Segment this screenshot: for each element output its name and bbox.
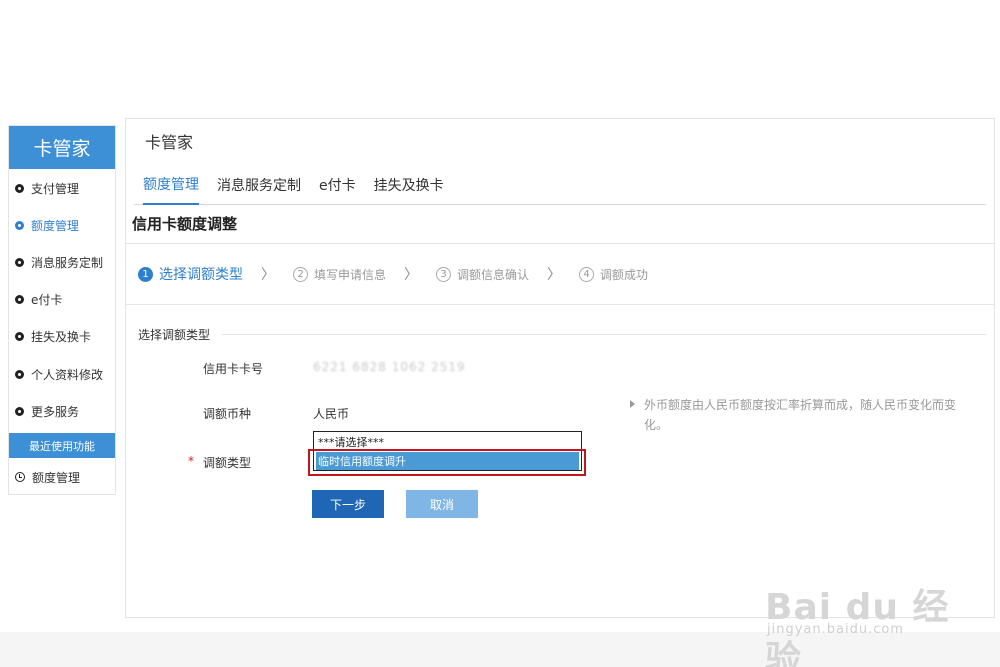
adjust-type-label: 调额类型 [203, 456, 252, 470]
step-3: 3 调额信息确认 [436, 266, 529, 283]
step-label: 调额成功 [600, 267, 649, 282]
bullet-icon [15, 183, 24, 193]
chevron-right-icon: 〉 [547, 267, 562, 283]
step-4: 4 调额成功 [579, 266, 648, 283]
divider [126, 243, 994, 244]
sidebar-item-payment[interactable]: 支付管理 [9, 178, 115, 198]
divider [222, 334, 986, 335]
next-button[interactable]: 下一步 [312, 490, 384, 518]
step-label: 调额信息确认 [457, 267, 530, 282]
bullet-icon [15, 294, 24, 304]
highlight-frame [308, 449, 586, 476]
cancel-button[interactable]: 取消 [406, 490, 478, 518]
step-number: 3 [436, 266, 452, 282]
divider [126, 304, 994, 305]
sidebar-title: 卡管家 [9, 126, 115, 169]
bullet-icon [15, 331, 24, 341]
bullet-icon [15, 257, 24, 267]
sidebar-item-label: 挂失及换卡 [31, 329, 92, 344]
required-mark: * [188, 454, 194, 468]
page-title: 卡管家 [145, 133, 194, 152]
sidebar-item-label: 支付管理 [31, 181, 80, 196]
step-1: 1 选择调额类型 [138, 264, 243, 284]
select-option-placeholder[interactable]: ***请选择*** [316, 434, 579, 450]
sidebar-item-more[interactable]: 更多服务 [9, 401, 115, 421]
sidebar-item-messages[interactable]: 消息服务定制 [9, 252, 115, 272]
currency-label: 调额币种 [203, 407, 252, 421]
sidebar-item-label: e付卡 [31, 292, 63, 307]
baidu-watermark: Bai du 经验 jingyan.baidu.com [765, 560, 965, 667]
bullet-icon [15, 369, 24, 379]
sidebar-item-label: 额度管理 [31, 218, 80, 233]
recent-functions-heading: 最近使用功能 [9, 433, 115, 458]
sidebar-item-label: 消息服务定制 [31, 255, 104, 270]
card-number-label: 信用卡卡号 [203, 362, 264, 376]
form-group-title: 选择调额类型 [138, 328, 211, 342]
sidebar-item-profile[interactable]: 个人资料修改 [9, 364, 115, 384]
step-label: 填写申请信息 [314, 267, 387, 282]
sidebar-item-epay-card[interactable]: e付卡 [9, 289, 115, 309]
sidebar: 卡管家 支付管理 额度管理 消息服务定制 e付卡 挂失及换卡 个人资料修改 更多… [8, 125, 116, 495]
sidebar-item-label: 个人资料修改 [31, 367, 104, 382]
tab-report-loss[interactable]: 挂失及换卡 [374, 165, 444, 205]
bullet-icon [15, 220, 24, 230]
section-title: 信用卡额度调整 [132, 215, 238, 233]
main-panel: 卡管家 额度管理 消息服务定制 e付卡 挂失及换卡 信用卡额度调整 1 选择调额… [125, 118, 995, 618]
step-number: 1 [138, 266, 153, 282]
step-number: 2 [293, 266, 308, 282]
tab-message-service[interactable]: 消息服务定制 [217, 165, 301, 205]
step-2: 2 填写申请信息 [293, 266, 386, 283]
top-blank-area [0, 0, 1000, 125]
step-indicator: 1 选择调额类型 〉 2 填写申请信息 〉 3 调额信息确认 〉 4 调额成功 [138, 263, 648, 285]
sidebar-item-report-loss[interactable]: 挂失及换卡 [9, 326, 115, 346]
currency-value: 人民币 [313, 407, 350, 421]
card-number-value: 6221 6828 1062 2519 [313, 360, 466, 374]
tab-epay-card[interactable]: e付卡 [319, 165, 356, 205]
sidebar-item-label: 更多服务 [31, 404, 80, 419]
watermark-url: jingyan.baidu.com [767, 622, 904, 637]
recent-item-label: 额度管理 [32, 470, 81, 485]
tab-bar: 额度管理 消息服务定制 e付卡 挂失及换卡 [134, 165, 986, 205]
sidebar-item-limit[interactable]: 额度管理 [9, 215, 115, 235]
step-number: 4 [579, 266, 595, 282]
recent-item-limit[interactable]: 额度管理 [9, 467, 115, 487]
step-label: 选择调额类型 [159, 267, 243, 283]
chevron-right-icon: 〉 [261, 267, 275, 283]
clock-icon [15, 472, 25, 482]
currency-hint: 外币额度由人民币额度按汇率折算而成，随人民币变化而变化。 [644, 398, 957, 432]
tab-limit-management[interactable]: 额度管理 [143, 165, 199, 205]
bullet-icon [15, 406, 24, 416]
chevron-right-icon: 〉 [404, 267, 419, 283]
